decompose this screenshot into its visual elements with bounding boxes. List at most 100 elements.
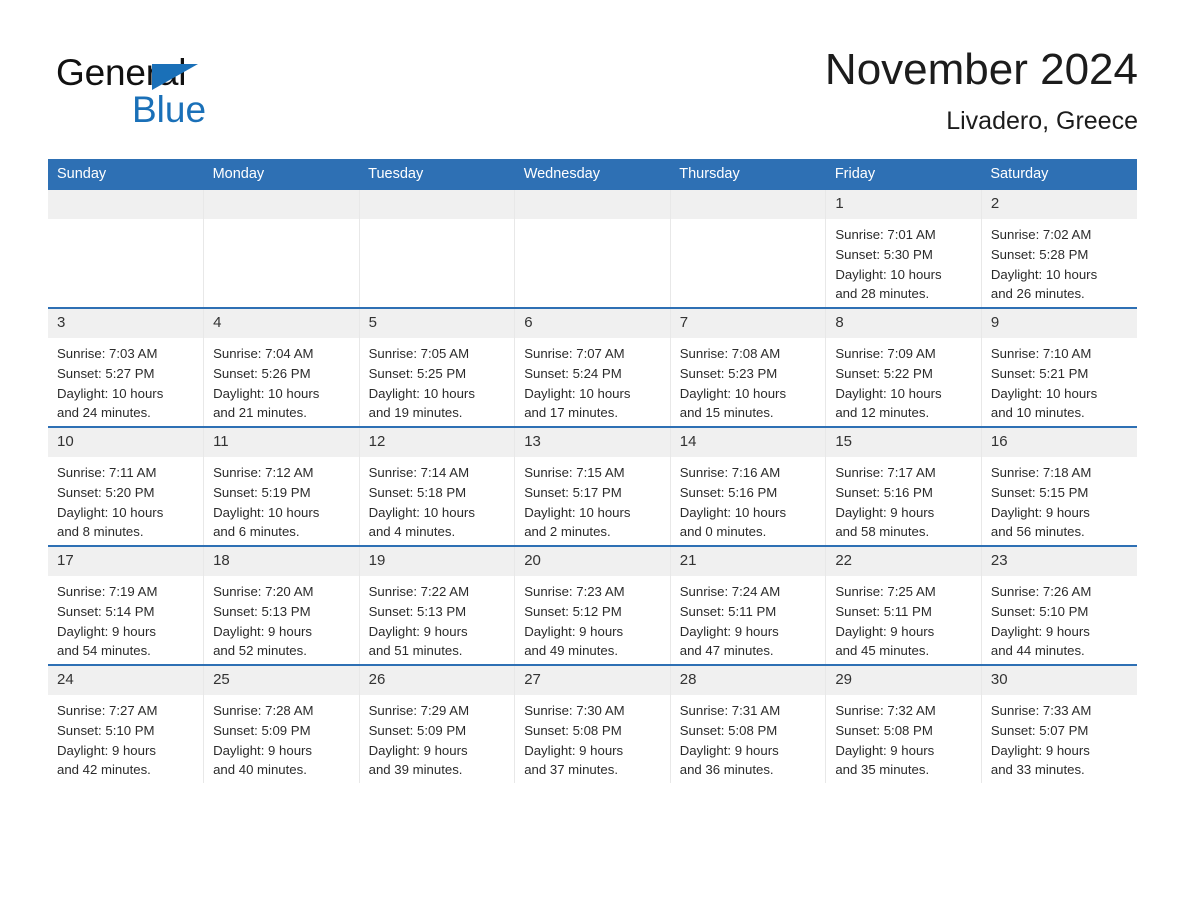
sunset-text: Sunset: 5:16 PM (835, 484, 933, 500)
sunset-text: Sunset: 5:27 PM (57, 365, 155, 381)
day-number: 17 (48, 547, 204, 576)
calendar-day-cell[interactable]: 9 Sunrise: 7:10 AM Sunset: 5:21 PM Daylight… (981, 307, 1137, 427)
sunset-text: Sunset: 5:18 PM (368, 484, 467, 500)
sunrise-text: Sunrise: 7:10 AM (990, 346, 1092, 361)
daylight-text-line1: Daylight: 10 hours (990, 266, 1098, 282)
day-number: 10 (48, 428, 204, 457)
calendar-cell-empty (359, 190, 516, 308)
day-number: 29 (826, 666, 981, 695)
sunset-text: Sunset: 5:22 PM (835, 365, 933, 381)
daylight-text-line1: Daylight: 10 hours (524, 385, 631, 401)
sunset-text: Sunset: 5:30 PM (835, 246, 933, 262)
day-details: Sunrise: 7:22 AM Sunset: 5:13 PM Daylight:… (360, 576, 515, 661)
day-number: 11 (204, 428, 359, 457)
daylight-text-line2: and 0 minutes. (679, 524, 767, 540)
calendar-day-cell[interactable]: 25 Sunrise: 7:28 AM Sunset: 5:09 PM Dayligh… (203, 664, 360, 783)
daylight-text-line1: Daylight: 9 hours (524, 742, 624, 758)
sunset-text: Sunset: 5:16 PM (679, 484, 778, 500)
calendar-day-cell[interactable]: 4 Sunrise: 7:04 AM Sunset: 5:26 PM Daylight… (203, 307, 360, 427)
day-number: 18 (204, 547, 359, 576)
day-details: Sunrise: 7:03 AM Sunset: 5:27 PM Daylight:… (48, 338, 203, 423)
calendar-day-cell[interactable]: 19 Sunrise: 7:22 AM Sunset: 5:13 PM Dayligh… (359, 545, 516, 665)
calendar-day-cell[interactable]: 18 Sunrise: 7:20 AM Sunset: 5:13 PM Dayligh… (203, 545, 360, 665)
daylight-text-line1: Daylight: 9 hours (990, 504, 1090, 520)
calendar-day-cell[interactable]: 27 Sunrise: 7:30 AM Sunset: 5:08 PM Dayligh… (514, 664, 671, 783)
calendar-day-cell[interactable]: 3 Sunrise: 7:03 AM Sunset: 5:27 PM Daylight… (48, 307, 205, 427)
sunset-text: Sunset: 5:08 PM (679, 722, 778, 738)
day-number: 9 (981, 309, 1137, 338)
calendar-day-cell[interactable]: 5 Sunrise: 7:05 AM Sunset: 5:25 PM Daylight… (359, 307, 516, 427)
day-details: Sunrise: 7:23 AM Sunset: 5:12 PM Daylight:… (515, 576, 670, 661)
day-number: 26 (359, 666, 515, 695)
daylight-text-line2: and 19 minutes. (368, 405, 463, 421)
daylight-text-line1: Daylight: 10 hours (835, 385, 942, 401)
calendar-cell-empty (203, 190, 360, 308)
brand-logo[interactable]: General Blue (56, 52, 316, 136)
calendar-day-cell[interactable]: 21 Sunrise: 7:24 AM Sunset: 5:11 PM Dayligh… (670, 545, 827, 665)
calendar-day-cell[interactable]: 26 Sunrise: 7:29 AM Sunset: 5:09 PM Dayligh… (359, 664, 516, 783)
calendar-day-cell[interactable]: 20 Sunrise: 7:23 AM Sunset: 5:12 PM Dayligh… (514, 545, 671, 665)
sunrise-text: Sunrise: 7:05 AM (368, 346, 470, 361)
day-details: Sunrise: 7:09 AM Sunset: 5:22 PM Daylight:… (826, 338, 981, 423)
sunrise-text: Sunrise: 7:29 AM (368, 703, 470, 718)
calendar-day-cell[interactable]: 12 Sunrise: 7:14 AM Sunset: 5:18 PM Dayligh… (359, 426, 516, 546)
calendar-day-cell[interactable]: 22 Sunrise: 7:25 AM Sunset: 5:11 PM Dayligh… (825, 545, 982, 665)
sunset-text: Sunset: 5:10 PM (57, 722, 155, 738)
sunset-text: Sunset: 5:20 PM (57, 484, 155, 500)
day-number: 2 (981, 190, 1137, 219)
calendar-day-cell[interactable]: 1 Sunrise: 7:01 AM Sunset: 5:30 PM Daylight… (825, 190, 982, 308)
daylight-text-line2: and 51 minutes. (368, 643, 463, 659)
calendar-day-cell[interactable]: 14 Sunrise: 7:16 AM Sunset: 5:16 PM Dayligh… (670, 426, 827, 546)
calendar-day-cell[interactable]: 23 Sunrise: 7:26 AM Sunset: 5:10 PM Dayligh… (981, 545, 1137, 665)
calendar-day-cell[interactable]: 8 Sunrise: 7:09 AM Sunset: 5:22 PM Daylight… (825, 307, 982, 427)
daylight-text-line1: Daylight: 9 hours (57, 742, 156, 758)
day-details: Sunrise: 7:24 AM Sunset: 5:11 PM Daylight:… (671, 576, 826, 661)
calendar-day-cell[interactable]: 24 Sunrise: 7:27 AM Sunset: 5:10 PM Dayligh… (48, 664, 205, 783)
sunset-text: Sunset: 5:23 PM (679, 365, 778, 381)
day-number (515, 190, 670, 219)
calendar-day-cell[interactable]: 29 Sunrise: 7:32 AM Sunset: 5:08 PM Dayligh… (825, 664, 982, 783)
day-details: Sunrise: 7:32 AM Sunset: 5:08 PM Daylight:… (826, 695, 981, 780)
daylight-text-line1: Daylight: 9 hours (835, 504, 935, 520)
day-details: Sunrise: 7:01 AM Sunset: 5:30 PM Daylight:… (826, 219, 981, 304)
daylight-text-line1: Daylight: 9 hours (213, 623, 313, 639)
day-number: 24 (48, 666, 204, 695)
daylight-text-line2: and 36 minutes. (679, 762, 774, 778)
calendar-day-cell[interactable]: 17 Sunrise: 7:19 AM Sunset: 5:14 PM Dayligh… (48, 545, 205, 665)
sunset-text: Sunset: 5:09 PM (213, 722, 311, 738)
sunrise-text: Sunrise: 7:09 AM (835, 346, 936, 361)
day-details: Sunrise: 7:28 AM Sunset: 5:09 PM Daylight:… (204, 695, 359, 780)
day-details: Sunrise: 7:26 AM Sunset: 5:10 PM Daylight:… (982, 576, 1137, 661)
daylight-text-line1: Daylight: 9 hours (679, 742, 779, 758)
calendar-day-cell[interactable]: 16 Sunrise: 7:18 AM Sunset: 5:15 PM Dayligh… (981, 426, 1137, 546)
daylight-text-line2: and 26 minutes. (990, 286, 1085, 302)
calendar-day-cell[interactable]: 13 Sunrise: 7:15 AM Sunset: 5:17 PM Dayligh… (514, 426, 671, 546)
sunrise-text: Sunrise: 7:31 AM (679, 703, 781, 718)
daylight-text-line2: and 44 minutes. (990, 643, 1085, 659)
calendar-day-cell[interactable]: 6 Sunrise: 7:07 AM Sunset: 5:24 PM Daylight… (514, 307, 671, 427)
calendar-day-cell[interactable]: 11 Sunrise: 7:12 AM Sunset: 5:19 PM Dayligh… (203, 426, 360, 546)
sunset-text: Sunset: 5:14 PM (57, 603, 155, 619)
calendar-day-cell[interactable]: 15 Sunrise: 7:17 AM Sunset: 5:16 PM Dayligh… (825, 426, 982, 546)
daylight-text-line1: Daylight: 10 hours (57, 385, 164, 401)
day-number (670, 190, 826, 219)
calendar-day-cell[interactable]: 7 Sunrise: 7:08 AM Sunset: 5:23 PM Daylight… (670, 307, 827, 427)
day-number: 6 (515, 309, 670, 338)
day-number (359, 190, 515, 219)
triangle-flag-icon (152, 64, 198, 90)
daylight-text-line2: and 47 minutes. (679, 643, 774, 659)
sunrise-text: Sunrise: 7:24 AM (679, 584, 781, 599)
calendar-day-cell[interactable]: 30 Sunrise: 7:33 AM Sunset: 5:07 PM Dayligh… (981, 664, 1137, 783)
sunrise-text: Sunrise: 7:30 AM (524, 703, 625, 718)
sunset-text: Sunset: 5:11 PM (679, 603, 777, 619)
sunrise-text: Sunrise: 7:01 AM (835, 227, 936, 242)
day-number: 14 (670, 428, 826, 457)
daylight-text-line2: and 56 minutes. (990, 524, 1085, 540)
calendar-day-cell[interactable]: 28 Sunrise: 7:31 AM Sunset: 5:08 PM Dayligh… (670, 664, 827, 783)
day-number: 15 (826, 428, 981, 457)
weekday-header-friday: Friday (825, 159, 982, 190)
sunrise-text: Sunrise: 7:08 AM (679, 346, 781, 361)
calendar-day-cell[interactable]: 2 Sunrise: 7:02 AM Sunset: 5:28 PM Daylight… (981, 190, 1137, 308)
daylight-text-line1: Daylight: 10 hours (835, 266, 942, 282)
calendar-day-cell[interactable]: 10 Sunrise: 7:11 AM Sunset: 5:20 PM Dayligh… (48, 426, 205, 546)
